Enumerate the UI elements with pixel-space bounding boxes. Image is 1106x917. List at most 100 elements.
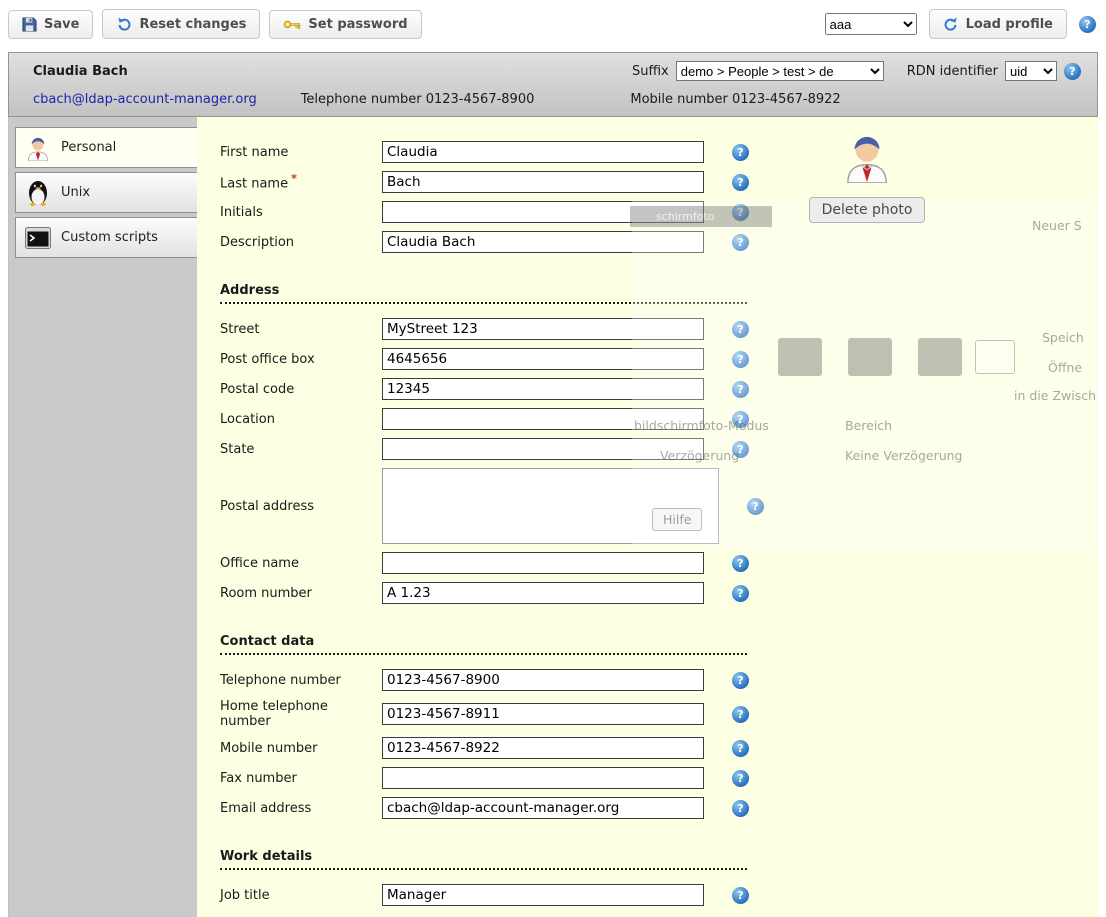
fax-number-input[interactable]: [382, 767, 704, 789]
help-icon[interactable]: ?: [732, 234, 749, 251]
form-row-first-name: First name?: [220, 141, 1098, 163]
job-title-input[interactable]: [382, 884, 704, 906]
save-button-label: Save: [44, 17, 79, 32]
last-name-input[interactable]: [382, 171, 704, 193]
form-row-home-telephone-number: Home telephone number?: [220, 699, 1098, 729]
help-icon[interactable]: ?: [732, 887, 749, 904]
form-row-telephone-number: Telephone number?: [220, 669, 1098, 691]
load-profile-button[interactable]: Load profile: [929, 9, 1067, 39]
state-label-text: State: [220, 442, 254, 457]
form-row-initials: Initials?: [220, 201, 1098, 223]
help-icon[interactable]: ?: [732, 144, 749, 161]
form-row-state: State?: [220, 438, 1098, 460]
help-icon[interactable]: ?: [747, 498, 764, 515]
help-icon[interactable]: ?: [732, 321, 749, 338]
form-row-last-name: Last name*?: [220, 171, 1098, 193]
postal-address-label: Postal address: [220, 499, 382, 514]
description-input[interactable]: [382, 231, 704, 253]
job-title-label: Job title: [220, 888, 382, 903]
state-input[interactable]: [382, 438, 704, 460]
location-input[interactable]: [382, 408, 704, 430]
post-office-box-label-text: Post office box: [220, 352, 315, 367]
office-name-label: Office name: [220, 556, 382, 571]
fax-number-label-text: Fax number: [220, 771, 297, 786]
refresh-icon: [943, 16, 959, 32]
help-icon[interactable]: ?: [732, 204, 749, 221]
first-name-label-text: First name: [220, 145, 288, 160]
editor-body: Personal Unix: [8, 117, 1098, 917]
header-right: Suffix demo > People > test > de RDN ide…: [632, 61, 1081, 81]
postal-address-input[interactable]: [382, 468, 719, 544]
help-icon[interactable]: ?: [732, 770, 749, 787]
toolbar-right: aaa Load profile ?: [825, 9, 1096, 39]
tab-personal[interactable]: Personal: [15, 127, 197, 168]
home-telephone-number-label-text: Home telephone number: [220, 699, 328, 729]
telephone-number-input[interactable]: [382, 669, 704, 691]
email-address-input[interactable]: [382, 797, 704, 819]
room-number-label-text: Room number: [220, 586, 312, 601]
postal-code-input[interactable]: [382, 378, 704, 400]
post-office-box-label: Post office box: [220, 352, 382, 367]
form-row-street: Street?: [220, 318, 1098, 340]
header-contact-row: cbach@ldap-account-manager.org Telephone…: [25, 92, 1081, 107]
postal-address-label-text: Postal address: [220, 499, 314, 514]
undo-icon: [116, 16, 132, 32]
street-input[interactable]: [382, 318, 704, 340]
initials-label-text: Initials: [220, 205, 263, 220]
form-row-job-title: Job title?: [220, 884, 1098, 906]
delete-photo-button[interactable]: Delete photo: [809, 197, 926, 223]
initials-input[interactable]: [382, 201, 704, 223]
help-icon[interactable]: ?: [732, 706, 749, 723]
save-icon: [22, 17, 37, 32]
office-name-input[interactable]: [382, 552, 704, 574]
street-label: Street: [220, 322, 382, 337]
suffix-select[interactable]: demo > People > test > de: [676, 61, 884, 81]
personal-tab-content: First name?Last name*?Initials?Descripti…: [197, 117, 1098, 917]
tab-unix-label: Unix: [61, 185, 90, 200]
terminal-icon: [24, 227, 52, 249]
help-icon[interactable]: ?: [732, 800, 749, 817]
tab-custom-scripts-label: Custom scripts: [61, 230, 158, 245]
save-button[interactable]: Save: [8, 10, 93, 39]
first-name-label: First name: [220, 145, 382, 160]
home-telephone-number-input[interactable]: [382, 703, 704, 725]
set-password-button[interactable]: Set password: [269, 10, 421, 39]
description-label-text: Description: [220, 235, 294, 250]
section-heading: Work details: [220, 847, 747, 870]
help-icon[interactable]: ?: [732, 672, 749, 689]
load-profile-button-label: Load profile: [966, 17, 1053, 32]
form-row-post-office-box: Post office box?: [220, 348, 1098, 370]
profile-select[interactable]: aaa: [825, 13, 917, 35]
location-label-text: Location: [220, 412, 275, 427]
help-icon[interactable]: ?: [1079, 16, 1096, 33]
section-heading: Contact data: [220, 632, 747, 655]
set-password-button-label: Set password: [308, 17, 407, 32]
help-icon[interactable]: ?: [732, 585, 749, 602]
tab-custom-scripts[interactable]: Custom scripts: [15, 217, 197, 258]
help-icon[interactable]: ?: [732, 411, 749, 428]
help-icon[interactable]: ?: [732, 441, 749, 458]
post-office-box-input[interactable]: [382, 348, 704, 370]
room-number-input[interactable]: [382, 582, 704, 604]
tab-unix[interactable]: Unix: [15, 172, 197, 213]
first-name-input[interactable]: [382, 141, 704, 163]
help-icon[interactable]: ?: [732, 351, 749, 368]
main-toolbar: Save Reset changes Set password aaa Load…: [0, 0, 1106, 48]
email-address-label-text: Email address: [220, 801, 311, 816]
reset-changes-button[interactable]: Reset changes: [102, 9, 260, 39]
telephone-number-label-text: Telephone number: [220, 673, 341, 688]
help-icon[interactable]: ?: [1064, 63, 1081, 80]
person-icon: [24, 135, 52, 161]
account-header: Claudia Bach Suffix demo > People > test…: [8, 52, 1098, 117]
help-icon[interactable]: ?: [732, 174, 749, 191]
mobile-number-label-text: Mobile number: [220, 741, 318, 756]
help-icon[interactable]: ?: [732, 381, 749, 398]
mobile-number-input[interactable]: [382, 737, 704, 759]
help-icon[interactable]: ?: [732, 740, 749, 757]
email-link[interactable]: cbach@ldap-account-manager.org: [33, 92, 257, 107]
mobile-number-label: Mobile number: [220, 741, 382, 756]
help-icon[interactable]: ?: [732, 555, 749, 572]
header-telephone: Telephone number 0123-4567-8900: [301, 92, 535, 107]
rdn-select[interactable]: uid: [1005, 61, 1057, 81]
email-address-label: Email address: [220, 801, 382, 816]
